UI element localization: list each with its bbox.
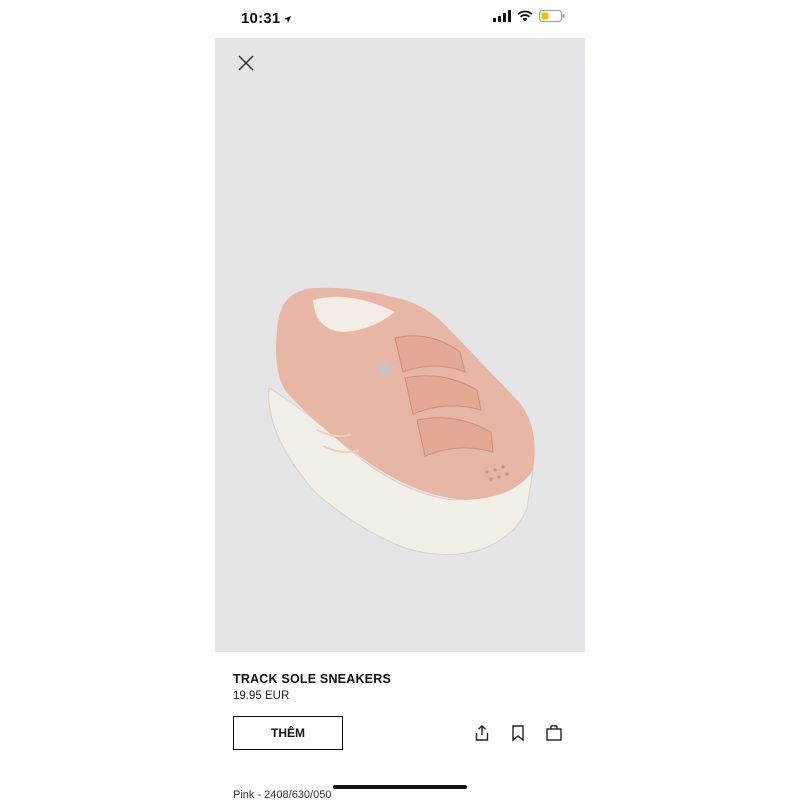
share-icon[interactable] xyxy=(473,724,491,742)
product-photo xyxy=(215,38,585,652)
status-time: 10:31 xyxy=(241,10,281,27)
color-reference: Pink - 2408/630/050 xyxy=(233,789,332,801)
product-price: 19.95 EUR xyxy=(233,690,290,702)
status-bar: 10:31 xyxy=(215,0,585,38)
status-icons xyxy=(493,10,565,22)
wifi-icon xyxy=(517,10,533,22)
home-indicator[interactable] xyxy=(333,785,467,789)
close-icon[interactable] xyxy=(233,50,259,76)
product-title: TRACK SOLE SNEAKERS xyxy=(233,672,391,686)
signal-icon xyxy=(493,10,511,22)
product-actions xyxy=(473,724,563,742)
add-to-cart-button[interactable]: THÊM xyxy=(233,716,343,750)
product-info-panel: TRACK SOLE SNEAKERS 19.95 EUR THÊM Pink … xyxy=(215,652,585,801)
shopping-bag-icon[interactable] xyxy=(545,724,563,742)
bookmark-icon[interactable] xyxy=(509,724,527,742)
sneaker-image xyxy=(268,287,535,556)
location-arrow-icon xyxy=(283,15,292,24)
battery-icon xyxy=(539,10,565,22)
phone-screen: 10:31 TRACK SOLE SNEAKERS 19.95 EUR THÊM… xyxy=(215,0,585,801)
